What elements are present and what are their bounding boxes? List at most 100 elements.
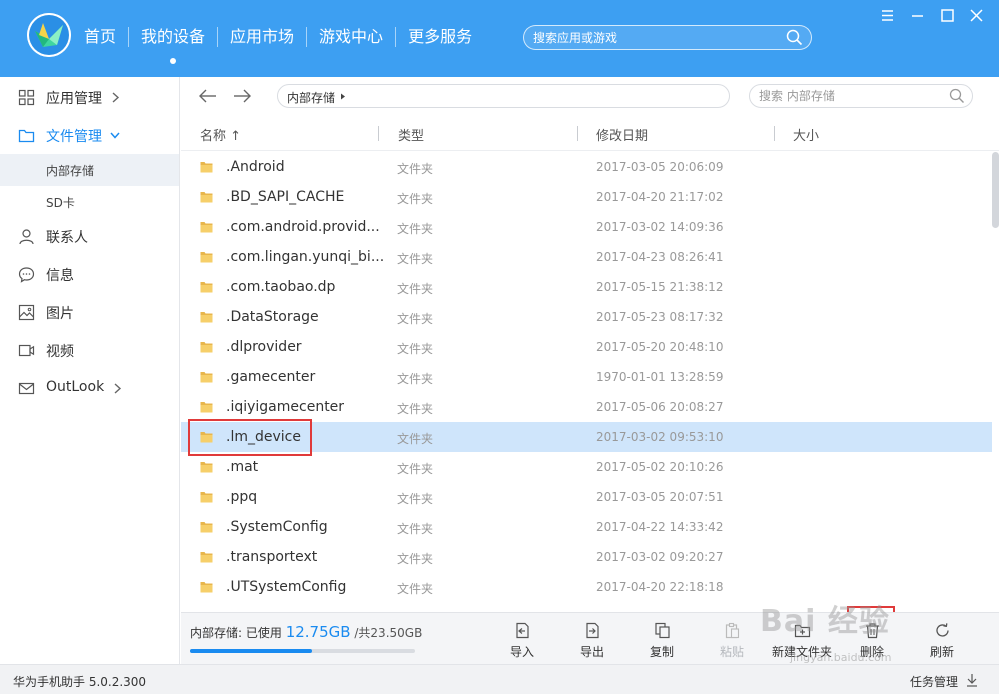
file-table-header: 名称 ↑ 类型 修改日期 大小 bbox=[181, 115, 999, 151]
storage-progress-fill bbox=[190, 649, 313, 653]
table-row[interactable]: .com.lingan.yunqi_bi... 文件夹 2017-04-23 08:… bbox=[181, 242, 992, 272]
paste-icon bbox=[725, 622, 740, 639]
file-modified-date: 2017-04-20 22:18:18 bbox=[596, 580, 724, 594]
table-row[interactable]: .iqiyigamecenter 文件夹 2017-05-06 20:08:27 bbox=[181, 392, 992, 422]
sidebar-item-label: 文件管理 bbox=[46, 129, 102, 145]
file-type: 文件夹 bbox=[397, 582, 434, 596]
file-modified-date: 2017-05-20 20:48:10 bbox=[596, 340, 724, 354]
file-name: .mat bbox=[226, 459, 259, 475]
file-type: 文件夹 bbox=[397, 252, 434, 266]
file-modified-date: 2017-03-02 09:20:27 bbox=[596, 550, 724, 564]
trash-icon bbox=[866, 623, 879, 639]
sidebar-subitem-label: 内部存储 bbox=[46, 164, 95, 178]
paste-button[interactable]: 粘贴 bbox=[700, 619, 764, 663]
sidebar-item-outlook[interactable]: OutLook bbox=[0, 369, 179, 407]
main-nav: 首页 我的设备 应用市场 游戏中心 更多服务 bbox=[72, 22, 484, 64]
top-bar: 首页 我的设备 应用市场 游戏中心 更多服务 bbox=[0, 0, 999, 77]
chevron-down-icon bbox=[110, 132, 120, 139]
menu-icon[interactable] bbox=[879, 7, 896, 24]
sidebar-item-file-management[interactable]: 文件管理 bbox=[0, 116, 179, 154]
table-row[interactable]: .gamecenter 文件夹 1970-01-01 13:28:59 bbox=[181, 362, 992, 392]
nav-my-device[interactable]: 我的设备 bbox=[129, 22, 217, 64]
storage-search-input[interactable] bbox=[750, 85, 930, 107]
file-type: 文件夹 bbox=[397, 222, 434, 236]
export-button[interactable]: 导出 bbox=[560, 619, 624, 663]
sidebar-subitem-label: SD卡 bbox=[46, 196, 75, 210]
table-row[interactable]: .UTSystemConfig 文件夹 2017-04-20 22:18:18 bbox=[181, 572, 992, 602]
table-row[interactable]: .dlprovider 文件夹 2017-05-20 20:48:10 bbox=[181, 332, 992, 362]
sidebar-item-pictures[interactable]: 图片 bbox=[0, 293, 179, 331]
folder-icon bbox=[200, 432, 213, 443]
storage-search-box bbox=[749, 84, 973, 108]
status-bar: 华为手机助手 5.0.2.300 任务管理 bbox=[0, 664, 999, 694]
column-header-date[interactable]: 修改日期 bbox=[596, 125, 648, 144]
file-name: .SystemConfig bbox=[226, 519, 328, 535]
breadcrumb-item[interactable]: 内部存储 bbox=[287, 89, 335, 106]
sidebar-subitem-sd-card[interactable]: SD卡 bbox=[0, 186, 179, 218]
sidebar-item-videos[interactable]: 视频 bbox=[0, 331, 179, 369]
search-icon[interactable] bbox=[786, 29, 803, 46]
table-row[interactable]: .SystemConfig 文件夹 2017-04-22 14:33:42 bbox=[181, 512, 992, 542]
table-row[interactable]: .transportext 文件夹 2017-03-02 09:20:27 bbox=[181, 542, 992, 572]
refresh-icon bbox=[936, 623, 949, 637]
scrollbar-thumb[interactable] bbox=[992, 152, 999, 228]
nav-app-market[interactable]: 应用市场 bbox=[218, 22, 306, 52]
file-modified-date: 2017-05-02 20:10:26 bbox=[596, 460, 724, 474]
sidebar-item-label: 联系人 bbox=[46, 230, 88, 246]
sidebar-subitem-internal-storage[interactable]: 内部存储 bbox=[0, 154, 179, 186]
column-header-name[interactable]: 名称 ↑ bbox=[200, 125, 241, 144]
import-button[interactable]: 导入 bbox=[490, 619, 554, 663]
sidebar-item-app-management[interactable]: 应用管理 bbox=[0, 78, 179, 116]
sidebar-item-messages[interactable]: 信息 bbox=[0, 255, 179, 293]
file-type: 文件夹 bbox=[397, 432, 434, 446]
table-row[interactable]: .com.taobao.dp 文件夹 2017-05-15 21:38:12 bbox=[181, 272, 992, 302]
delete-button[interactable]: 删除 bbox=[840, 619, 904, 663]
column-header-type[interactable]: 类型 bbox=[398, 125, 424, 144]
app-search-input[interactable] bbox=[524, 26, 764, 49]
file-modified-date: 2017-03-05 20:07:51 bbox=[596, 490, 724, 504]
download-arrow-icon[interactable] bbox=[965, 673, 979, 687]
file-type: 文件夹 bbox=[397, 192, 434, 206]
minimize-icon[interactable] bbox=[909, 7, 926, 24]
vertical-scrollbar[interactable] bbox=[992, 152, 999, 612]
breadcrumb[interactable]: 内部存储 bbox=[277, 84, 730, 108]
copy-button[interactable]: 复制 bbox=[630, 619, 694, 663]
export-icon bbox=[586, 622, 599, 639]
sidebar-item-contacts[interactable]: 联系人 bbox=[0, 217, 179, 255]
column-divider[interactable] bbox=[774, 126, 775, 141]
table-row[interactable]: .Android 文件夹 2017-03-05 20:06:09 bbox=[181, 152, 992, 182]
storage-progress-bar bbox=[190, 649, 415, 653]
folder-icon bbox=[200, 252, 213, 263]
forward-arrow-icon[interactable] bbox=[231, 85, 253, 107]
table-row[interactable]: .com.android.provid... 文件夹 2017-03-02 14:0… bbox=[181, 212, 992, 242]
table-row[interactable]: .mat 文件夹 2017-05-02 20:10:26 bbox=[181, 452, 992, 482]
back-arrow-icon[interactable] bbox=[197, 85, 219, 107]
nav-home[interactable]: 首页 bbox=[72, 22, 128, 52]
table-row[interactable]: .ppq 文件夹 2017-03-05 20:07:51 bbox=[181, 482, 992, 512]
nav-game-center[interactable]: 游戏中心 bbox=[307, 22, 395, 52]
storage-total-value: /共23.50GB bbox=[354, 626, 423, 640]
search-icon[interactable] bbox=[949, 88, 965, 104]
maximize-icon[interactable] bbox=[939, 7, 956, 24]
file-type: 文件夹 bbox=[397, 522, 434, 536]
refresh-button[interactable]: 刷新 bbox=[910, 619, 974, 663]
column-divider[interactable] bbox=[577, 126, 578, 141]
column-header-size[interactable]: 大小 bbox=[793, 125, 819, 144]
table-row[interactable]: .DataStorage 文件夹 2017-05-23 08:17:32 bbox=[181, 302, 992, 332]
table-row[interactable]: .BD_SAPI_CACHE 文件夹 2017-04-20 21:17:02 bbox=[181, 182, 992, 212]
new-folder-button[interactable]: 新建文件夹 bbox=[770, 619, 834, 663]
active-indicator-dot bbox=[170, 58, 177, 64]
file-name: .UTSystemConfig bbox=[226, 579, 347, 595]
column-divider[interactable] bbox=[378, 126, 379, 141]
app-search-box bbox=[523, 25, 812, 50]
person-icon bbox=[18, 228, 35, 245]
new-folder-icon bbox=[794, 624, 811, 638]
table-row[interactable]: .lm_device 文件夹 2017-03-02 09:53:10 bbox=[181, 422, 992, 452]
sidebar-item-label: 信息 bbox=[46, 268, 74, 284]
table-row[interactable]: 文件夹 bbox=[181, 602, 992, 612]
file-modified-date: 2017-04-23 08:26:41 bbox=[596, 250, 724, 264]
task-manager-link[interactable]: 任务管理 bbox=[910, 673, 958, 690]
close-icon[interactable] bbox=[968, 7, 985, 24]
file-name: .transportext bbox=[226, 549, 318, 565]
nav-more-services[interactable]: 更多服务 bbox=[396, 22, 484, 52]
